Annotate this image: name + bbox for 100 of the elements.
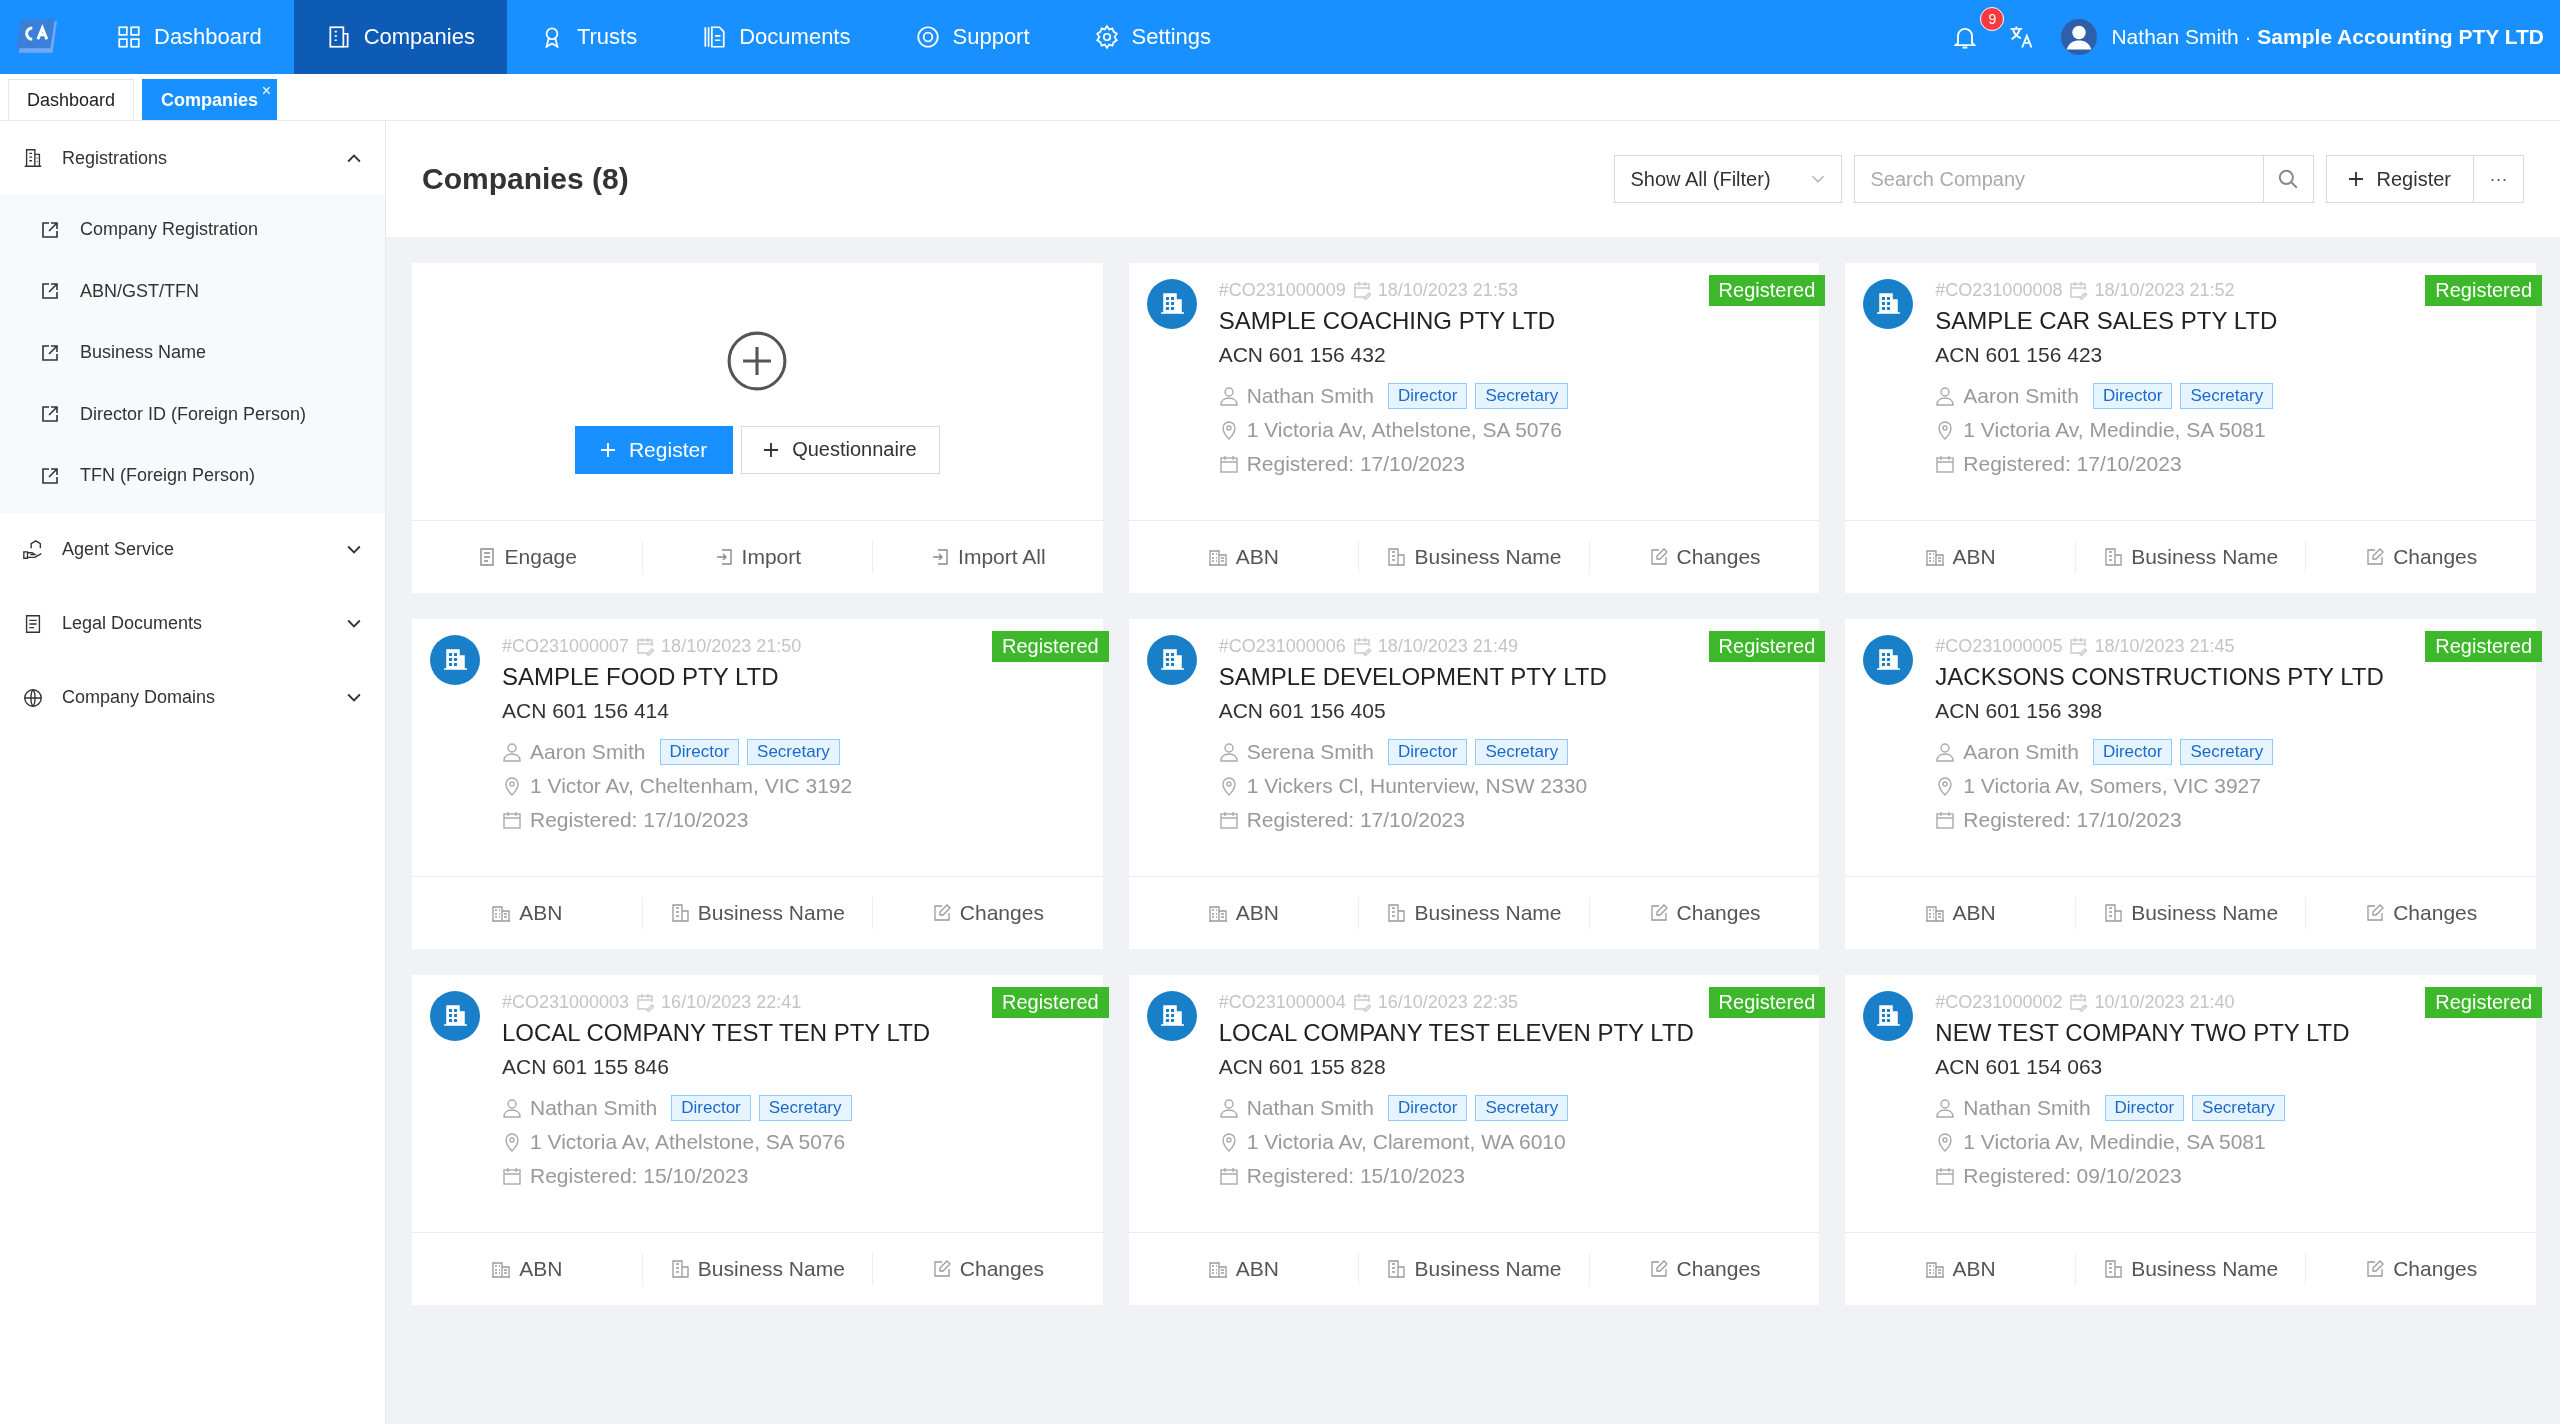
card-action-link[interactable]: Business Name xyxy=(1358,541,1589,573)
person-icon xyxy=(502,1098,522,1118)
card-action-link[interactable]: Import xyxy=(641,541,873,573)
company-address: 1 Victoria Av, Athelstone, SA 5076 xyxy=(1246,418,1562,442)
globe-icon xyxy=(22,686,44,709)
card-action-link[interactable]: Changes xyxy=(2305,1253,2536,1285)
card-action-link[interactable]: Business Name xyxy=(1358,1253,1589,1285)
location-pin-icon xyxy=(502,1132,522,1152)
building-icon xyxy=(491,903,512,923)
company-id: #CO231000008 xyxy=(1935,279,2063,301)
register-button[interactable]: Register xyxy=(2325,155,2474,203)
card-action-link[interactable]: ABN xyxy=(1845,897,2075,929)
card-action-link[interactable]: ABN xyxy=(1128,541,1359,573)
card-action-link[interactable]: Import All xyxy=(872,541,1103,573)
role-tag: Secretary xyxy=(2180,739,2274,765)
card-action-link[interactable]: ABN xyxy=(412,1253,642,1285)
sidebar-group[interactable]: Company Domains xyxy=(0,660,385,735)
sidebar-item[interactable]: Director ID (Foreign Person) xyxy=(0,383,385,445)
company-acn: ACN 601 155 828 xyxy=(1218,1055,1387,1079)
nav-item[interactable]: Companies xyxy=(293,0,507,74)
card-action-link[interactable]: ABN xyxy=(412,897,642,929)
card-action-link[interactable]: Business Name xyxy=(2074,1253,2306,1285)
more-button[interactable]: ··· xyxy=(2474,155,2524,203)
card-action-link[interactable]: Changes xyxy=(1588,1253,1820,1285)
company-name: LOCAL COMPANY TEST ELEVEN PTY LTD xyxy=(1218,1019,1694,1047)
edit-icon xyxy=(931,903,952,923)
search-field[interactable]: Search Company xyxy=(1853,155,2264,203)
sidebar-item[interactable]: ABN/GST/TFN xyxy=(0,260,385,322)
calendar-edit-icon xyxy=(2068,992,2089,1012)
role-tag: Secretary xyxy=(758,1095,852,1121)
search-icon xyxy=(2277,168,2299,190)
building-icon xyxy=(1386,1259,1407,1279)
officer-name: Aaron Smith xyxy=(1963,740,2079,764)
company-acn: ACN 601 156 423 xyxy=(1935,343,2104,367)
person-icon xyxy=(1218,1098,1239,1118)
company-id: #CO231000006 xyxy=(1218,635,1346,657)
officer-name: Aaron Smith xyxy=(1963,384,2079,408)
building-icon xyxy=(2103,1259,2124,1279)
lifebuoy-icon xyxy=(914,24,941,50)
created-datetime: 16/10/2023 22:35 xyxy=(1377,991,1518,1013)
company-acn: ACN 601 156 432 xyxy=(1218,343,1387,367)
role-tag: Director xyxy=(2092,383,2173,409)
avatar-icon[interactable] xyxy=(2061,19,2098,55)
card-action-link[interactable]: Business Name xyxy=(641,897,873,929)
filter-dropdown[interactable]: Show All (Filter) xyxy=(1613,155,1842,203)
card-action-link[interactable]: ABN xyxy=(1128,1253,1359,1285)
calendar-edit-icon xyxy=(635,992,656,1012)
created-datetime: 10/10/2023 21:40 xyxy=(2094,991,2235,1013)
person-icon xyxy=(1935,1098,1956,1118)
chevron-icon xyxy=(347,544,361,555)
questionnaire-button[interactable]: Questionnaire xyxy=(741,425,940,474)
card-action-link[interactable]: Changes xyxy=(2305,541,2536,573)
sidebar-group[interactable]: Registrations xyxy=(0,121,385,195)
calendar-edit-icon xyxy=(1351,280,1372,300)
card-action-link[interactable]: ABN xyxy=(1845,1253,2075,1285)
sidebar-item[interactable]: Business Name xyxy=(0,322,385,384)
company-address: 1 Vickers Cl, Hunterview, NSW 2330 xyxy=(1246,774,1588,798)
officer-name: Nathan Smith xyxy=(530,1096,658,1120)
sidebar-item[interactable]: TFN (Foreign Person) xyxy=(0,445,385,507)
company-address: 1 Victoria Av, Medindie, SA 5081 xyxy=(1963,418,2266,442)
page-tab[interactable]: Dashboard xyxy=(8,79,135,120)
card-action-link[interactable]: Changes xyxy=(1588,897,1820,929)
card-action-link[interactable]: Business Name xyxy=(641,1253,873,1285)
external-link-icon xyxy=(40,281,60,302)
card-action-link[interactable]: Changes xyxy=(872,897,1103,929)
calendar-edit-icon xyxy=(1351,636,1372,656)
card-action-link[interactable]: ABN xyxy=(1845,541,2075,573)
card-action-link[interactable]: Changes xyxy=(872,1253,1103,1285)
search-button[interactable] xyxy=(2263,155,2314,203)
edit-icon xyxy=(1648,1259,1669,1279)
person-icon xyxy=(1935,386,1956,406)
external-link-icon xyxy=(40,219,60,240)
registration-date: Registered: 17/10/2023 xyxy=(1246,808,1465,832)
card-action-link[interactable]: Changes xyxy=(2305,897,2536,929)
calendar-edit-icon xyxy=(2068,280,2089,300)
company-name: JACKSONS CONSTRUCTIONS PTY LTD xyxy=(1935,663,2384,691)
sidebar-item[interactable]: Company Registration xyxy=(0,199,385,261)
sidebar-group[interactable]: Legal Documents xyxy=(0,586,385,661)
role-tag: Director xyxy=(1387,383,1468,409)
building-icon xyxy=(1207,547,1228,567)
building-icon xyxy=(2103,903,2124,923)
card-action-link[interactable]: Business Name xyxy=(2074,897,2306,929)
card-action-link[interactable]: ABN xyxy=(1128,897,1359,929)
building-icon xyxy=(1146,991,1197,1041)
building-icon xyxy=(1146,635,1197,685)
hand-house-icon xyxy=(22,538,44,561)
card-action-link[interactable]: Changes xyxy=(1588,541,1820,573)
building-icon xyxy=(1146,279,1197,329)
card-action-link[interactable]: Business Name xyxy=(1358,897,1589,929)
calendar-icon xyxy=(1218,810,1239,830)
add-circle-icon[interactable] xyxy=(726,329,789,392)
sidebar-group[interactable]: Agent Service xyxy=(0,512,385,587)
role-tag: Director xyxy=(1387,739,1468,765)
external-link-icon xyxy=(40,465,60,486)
person-icon xyxy=(502,742,522,762)
card-action-link[interactable]: Business Name xyxy=(2074,541,2306,573)
edit-icon xyxy=(2365,547,2386,567)
card-action-link[interactable]: Engage xyxy=(412,541,642,573)
grid-icon xyxy=(116,24,142,50)
calendar-edit-icon xyxy=(2068,636,2089,656)
